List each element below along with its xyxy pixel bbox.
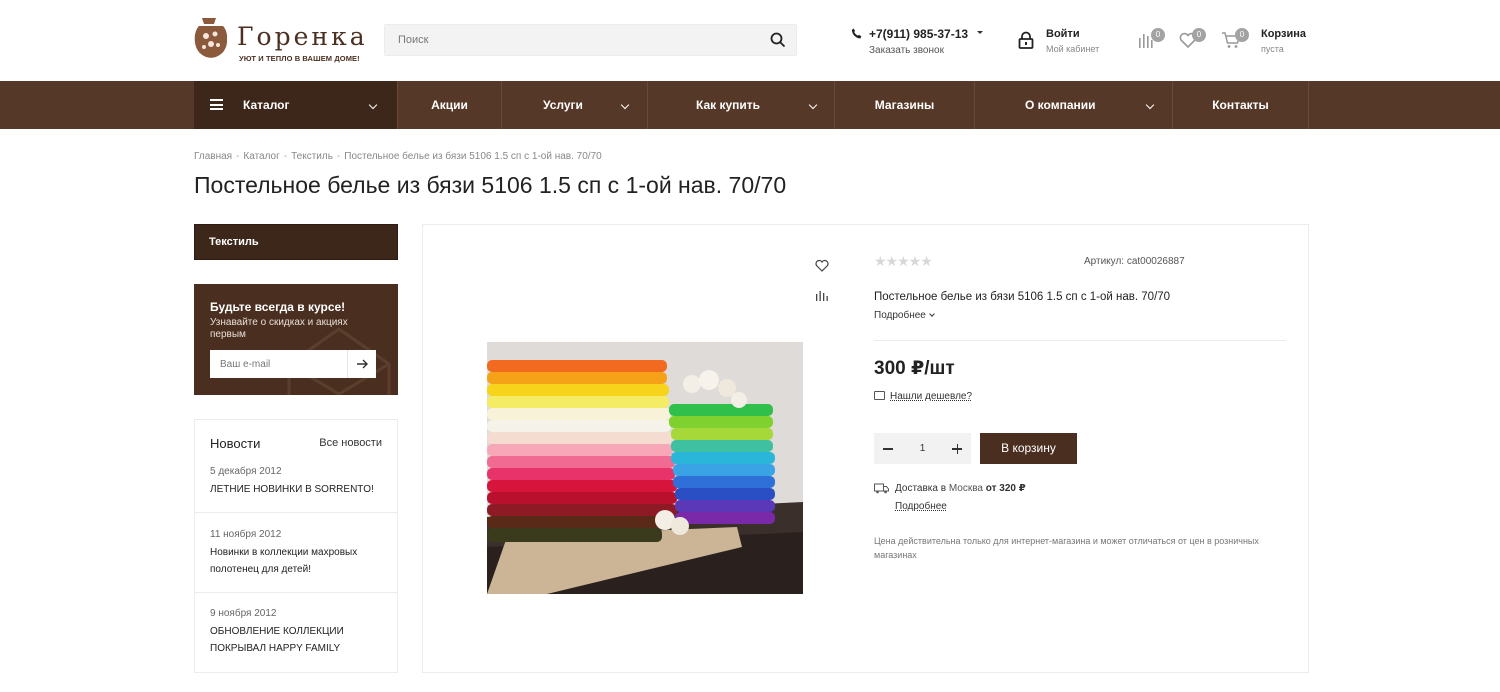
subscribe-widget: Будьте всегда в курсе! Узнавайте о скидк… <box>194 284 398 395</box>
subscribe-button[interactable] <box>347 350 376 378</box>
lock-icon <box>1018 31 1034 49</box>
tag-icon <box>874 390 885 400</box>
logo-pot-icon <box>194 18 227 58</box>
nav-contacts[interactable]: Контакты <box>1173 81 1309 129</box>
product-price: 300 ₽/шт <box>874 358 955 379</box>
delivery-price: от 320 ₽ <box>985 483 1026 494</box>
chevron-down-icon <box>977 31 983 34</box>
news-title: Новости <box>210 436 261 451</box>
cabinet-label: Мой кабинет <box>1046 44 1100 54</box>
search-input[interactable] <box>385 25 745 55</box>
callback-link[interactable]: Заказать звонок <box>869 45 944 56</box>
nav-services[interactable]: Услуги <box>502 81 648 129</box>
nav-about[interactable]: О компании <box>975 81 1173 129</box>
list-item[interactable]: 11 ноября 2012 Новинки в коллекции махро… <box>195 513 397 593</box>
cart-count-badge: 0 <box>1235 28 1249 42</box>
chevron-down-icon <box>620 100 630 110</box>
brand-slogan: УЮТ И ТЕПЛО В ВАШЕМ ДОМЕ! <box>239 54 360 63</box>
nav-how-to-buy[interactable]: Как купить <box>648 81 835 129</box>
compare-count-badge: 0 <box>1151 28 1165 42</box>
favorites-count-badge: 0 <box>1192 28 1206 42</box>
nav-stores[interactable]: Магазины <box>835 81 975 129</box>
cart-status: пуста <box>1261 44 1284 54</box>
chevron-down-icon <box>1145 100 1155 110</box>
cart-label[interactable]: Корзина <box>1261 28 1306 40</box>
towels-photo <box>487 342 803 594</box>
nav-item-label: Контакты <box>1212 98 1269 112</box>
sidebar-item-textile[interactable]: Текстиль <box>194 224 398 260</box>
heart-icon[interactable] <box>815 259 829 272</box>
nav-item-label: Магазины <box>874 98 935 112</box>
arrow-right-icon <box>357 359 368 369</box>
news-headline[interactable]: Новинки в коллекции махровых полотенец д… <box>210 544 390 578</box>
add-to-cart-button[interactable]: В корзину <box>980 433 1077 464</box>
nav-catalog-label: Каталог <box>243 98 290 112</box>
news-date: 11 ноября 2012 <box>210 529 282 540</box>
product-card: ★★★★★ Артикул: cat00026887 Постельное бе… <box>422 224 1309 673</box>
product-sku: Артикул: cat00026887 <box>1084 256 1185 267</box>
quantity-minus-button[interactable] <box>874 433 902 464</box>
product-image[interactable] <box>487 342 803 594</box>
brand-name: Горенка <box>237 22 368 51</box>
delivery-details-link[interactable]: Подробнее <box>895 501 947 512</box>
rating-stars[interactable]: ★★★★★ <box>874 253 933 271</box>
login-label: Войти <box>1046 28 1080 40</box>
news-date: 5 декабря 2012 <box>210 466 282 477</box>
quantity-plus-button[interactable] <box>943 433 971 464</box>
list-item[interactable]: 9 ноября 2012 ОБНОВЛЕНИЕ КОЛЛЕКЦИИ ПОКРЫ… <box>195 593 397 673</box>
quantity-stepper <box>874 433 971 464</box>
email-field[interactable] <box>210 350 347 378</box>
news-headline[interactable]: ЛЕТНИЕ НОВИНКИ В SORRENTO! <box>210 481 390 498</box>
list-item[interactable]: 5 декабря 2012 ЛЕТНИЕ НОВИНКИ В SORRENTO… <box>195 462 397 513</box>
found-cheaper-link[interactable]: Нашли дешевле? <box>874 390 972 402</box>
phone-number: +7(911) 985-37-13 <box>869 27 969 41</box>
nav-promotions[interactable]: Акции <box>398 81 502 129</box>
nav-item-label: Как купить <box>696 98 761 112</box>
breadcrumb-catalog[interactable]: Каталог <box>243 151 279 162</box>
price-note: Цена действительна только для интернет-м… <box>874 536 1259 560</box>
nav-item-label: Услуги <box>543 98 583 112</box>
site-logo[interactable]: Горенка УЮТ И ТЕПЛО В ВАШЕМ ДОМЕ! <box>193 14 365 66</box>
subscribe-title: Будьте всегда в курсе! <box>210 300 346 314</box>
delivery-prefix: Доставка в <box>895 483 947 494</box>
nav-catalog[interactable]: Каталог <box>194 81 398 129</box>
all-news-link[interactable]: Все новости <box>319 437 382 449</box>
details-toggle[interactable]: Подробнее <box>874 310 935 321</box>
chevron-down-icon <box>808 100 818 110</box>
chevron-down-icon <box>368 100 378 110</box>
breadcrumb-textile[interactable]: Текстиль <box>291 151 333 162</box>
breadcrumb-home[interactable]: Главная <box>194 151 232 162</box>
main-nav: Каталог Акции Услуги Как купить Магазины… <box>0 81 1500 129</box>
breadcrumb-current: Постельное белье из бязи 5106 1.5 сп с 1… <box>344 151 602 162</box>
news-headline[interactable]: ОБНОВЛЕНИЕ КОЛЛЕКЦИИ ПОКРЫВАЛ HAPPY FAMI… <box>210 623 390 657</box>
search-icon[interactable] <box>770 32 786 48</box>
breadcrumb: Главная - Каталог - Текстиль - Постельное бель… <box>194 151 602 162</box>
nav-item-label: О компании <box>1025 98 1096 112</box>
product-name: Постельное белье из бязи 5106 1.5 сп с 1… <box>874 291 1171 303</box>
login-button[interactable]: Войти Мой кабинет <box>1017 27 1117 59</box>
search-box <box>384 24 797 56</box>
delivery-city[interactable]: Москва <box>949 483 983 494</box>
phone-icon <box>851 28 862 39</box>
quantity-input[interactable] <box>902 433 943 464</box>
site-header: Горенка УЮТ И ТЕПЛО В ВАШЕМ ДОМЕ! +7(911… <box>0 0 1500 81</box>
subscribe-text: Узнавайте о скидках и акциях первым <box>210 317 348 340</box>
compare-icon[interactable] <box>816 290 828 301</box>
chevron-down-icon <box>929 311 935 317</box>
page-title: Постельное белье из бязи 5106 1.5 сп с 1… <box>194 172 787 198</box>
divider <box>874 340 1286 341</box>
truck-icon <box>874 483 889 494</box>
news-widget: Новости Все новости 5 декабря 2012 ЛЕТНИ… <box>194 419 398 673</box>
news-date: 9 ноября 2012 <box>210 608 277 619</box>
nav-item-label: Акции <box>431 98 468 112</box>
menu-icon <box>210 99 223 110</box>
